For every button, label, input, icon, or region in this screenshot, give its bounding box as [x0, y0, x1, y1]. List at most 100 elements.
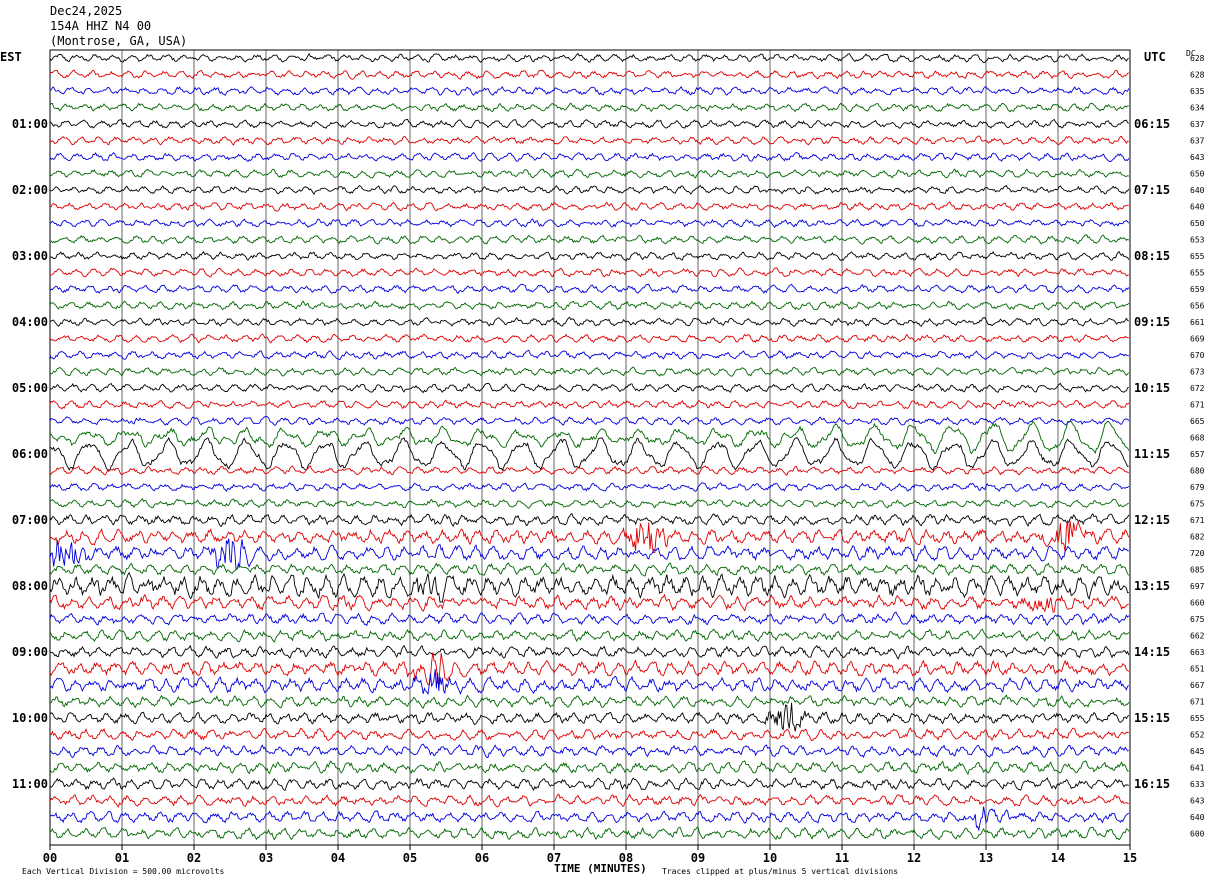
- trace-line: [49, 283, 1130, 295]
- trace-line: [49, 593, 1129, 613]
- trace-line: [49, 538, 1129, 570]
- helicorder-plot: 6286286356346376376436506406406506536556…: [12, 49, 1205, 865]
- trace-line: [49, 102, 1129, 113]
- dc-offset-label: 661: [1190, 318, 1205, 327]
- trace-line: [50, 234, 1130, 245]
- trace-line: [49, 498, 1129, 509]
- trace-line: [49, 300, 1130, 311]
- dc-offset-label: 645: [1190, 747, 1205, 756]
- right-hour-label: 08:15: [1134, 249, 1170, 263]
- dc-offset-label: 679: [1190, 483, 1205, 492]
- left-hour-label: 05:00: [12, 381, 48, 395]
- left-hour-label: 06:00: [12, 447, 48, 461]
- trace-line: [49, 694, 1130, 709]
- dc-offset-label: 662: [1190, 632, 1205, 641]
- dc-offset-label: 671: [1190, 516, 1205, 525]
- trace-line: [49, 366, 1130, 377]
- dc-offset-label: 682: [1190, 533, 1205, 542]
- trace-line: [49, 652, 1130, 686]
- dc-offset-label: 670: [1190, 351, 1205, 360]
- dc-offset-label: 671: [1190, 698, 1205, 707]
- right-hour-label: 13:15: [1134, 579, 1170, 593]
- trace-line: [49, 250, 1130, 262]
- trace-line: [49, 201, 1129, 212]
- x-axis-title: TIME (MINUTES): [554, 862, 647, 875]
- trace-line: [49, 571, 1129, 603]
- trace-line: [49, 611, 1130, 627]
- right-hour-label: 14:15: [1134, 645, 1170, 659]
- dc-offset-label: 669: [1190, 335, 1205, 344]
- left-hour-label: 09:00: [12, 645, 48, 659]
- trace-line: [49, 644, 1130, 660]
- trace-line: [49, 69, 1130, 80]
- trace-line: [49, 628, 1130, 643]
- dc-offset-label: 655: [1190, 714, 1205, 723]
- trace-line: [49, 562, 1130, 577]
- dc-offset-label: 640: [1190, 813, 1205, 822]
- dc-offset-label: 600: [1190, 830, 1205, 839]
- trace-line: [49, 349, 1130, 360]
- trace-line: [49, 85, 1130, 96]
- dc-offset-label: 665: [1190, 417, 1205, 426]
- trace-line: [49, 465, 1130, 476]
- trace-line: [49, 727, 1129, 742]
- dc-offset-label: 672: [1190, 384, 1205, 393]
- trace-line: [49, 218, 1130, 229]
- dc-offset-label: 663: [1190, 648, 1205, 657]
- dc-offset-label: 635: [1190, 87, 1205, 96]
- date-label: Dec24,2025: [50, 4, 123, 18]
- x-tick-label: 00: [43, 851, 57, 865]
- dc-offset-label: 668: [1190, 434, 1205, 443]
- dc-offset-label: 656: [1190, 302, 1205, 311]
- trace-line: [49, 168, 1129, 179]
- trace-line: [49, 826, 1130, 841]
- trace-line: [49, 184, 1130, 195]
- dc-offset-label: 650: [1190, 170, 1205, 179]
- right-timezone-label: UTC: [1144, 50, 1166, 64]
- dc-offset-label: 637: [1190, 137, 1205, 146]
- dc-offset-label: 637: [1190, 120, 1205, 129]
- right-hour-label: 12:15: [1134, 513, 1170, 527]
- dc-offset-label: 675: [1190, 615, 1205, 624]
- right-hour-label: 10:15: [1134, 381, 1170, 395]
- dc-offset-label: 697: [1190, 582, 1205, 591]
- right-hour-label: 07:15: [1134, 183, 1170, 197]
- trace-line: [49, 793, 1129, 808]
- left-hour-label: 07:00: [12, 513, 48, 527]
- dc-offset-label: 685: [1190, 566, 1205, 575]
- dc-offset-label: 633: [1190, 780, 1205, 789]
- right-hour-label: 06:15: [1134, 117, 1170, 131]
- trace-line: [49, 118, 1130, 130]
- trace-line: [49, 382, 1129, 394]
- scale-note: Each Vertical Division = 500.00 microvol…: [22, 867, 225, 876]
- trace-line: [49, 316, 1129, 327]
- right-hour-label: 11:15: [1134, 447, 1170, 461]
- x-tick-label: 01: [115, 851, 129, 865]
- x-tick-label: 14: [1051, 851, 1065, 865]
- trace-line: [49, 776, 1129, 792]
- x-tick-label: 10: [763, 851, 777, 865]
- trace-line: [49, 333, 1129, 344]
- trace-line: [49, 436, 1129, 471]
- dc-offset-label: 651: [1190, 665, 1205, 674]
- dc-offset-label: 659: [1190, 285, 1205, 294]
- trace-line: [49, 415, 1130, 426]
- right-hour-label: 09:15: [1134, 315, 1170, 329]
- dc-offset-label: 653: [1190, 236, 1205, 245]
- right-hour-label: 15:15: [1134, 711, 1170, 725]
- left-hour-label: 03:00: [12, 249, 48, 263]
- dc-offset-label: 643: [1190, 153, 1205, 162]
- dc-offset-label: 667: [1190, 681, 1205, 690]
- dc-offset-label: 650: [1190, 219, 1205, 228]
- station-label: 154A HHZ N4 00: [50, 19, 152, 33]
- x-tick-label: 03: [259, 851, 273, 865]
- dc-offset-label: 640: [1190, 203, 1205, 212]
- plot-frame: [49, 49, 1131, 846]
- dc-offset-label: 657: [1190, 450, 1205, 459]
- dc-offset-label: 660: [1190, 599, 1205, 608]
- left-timezone-label: EST: [0, 50, 22, 64]
- dc-offset-label: 628: [1190, 71, 1205, 80]
- dc-offset-label: 634: [1190, 104, 1205, 113]
- trace-line: [49, 151, 1130, 162]
- dc-offset-label: 655: [1190, 269, 1205, 278]
